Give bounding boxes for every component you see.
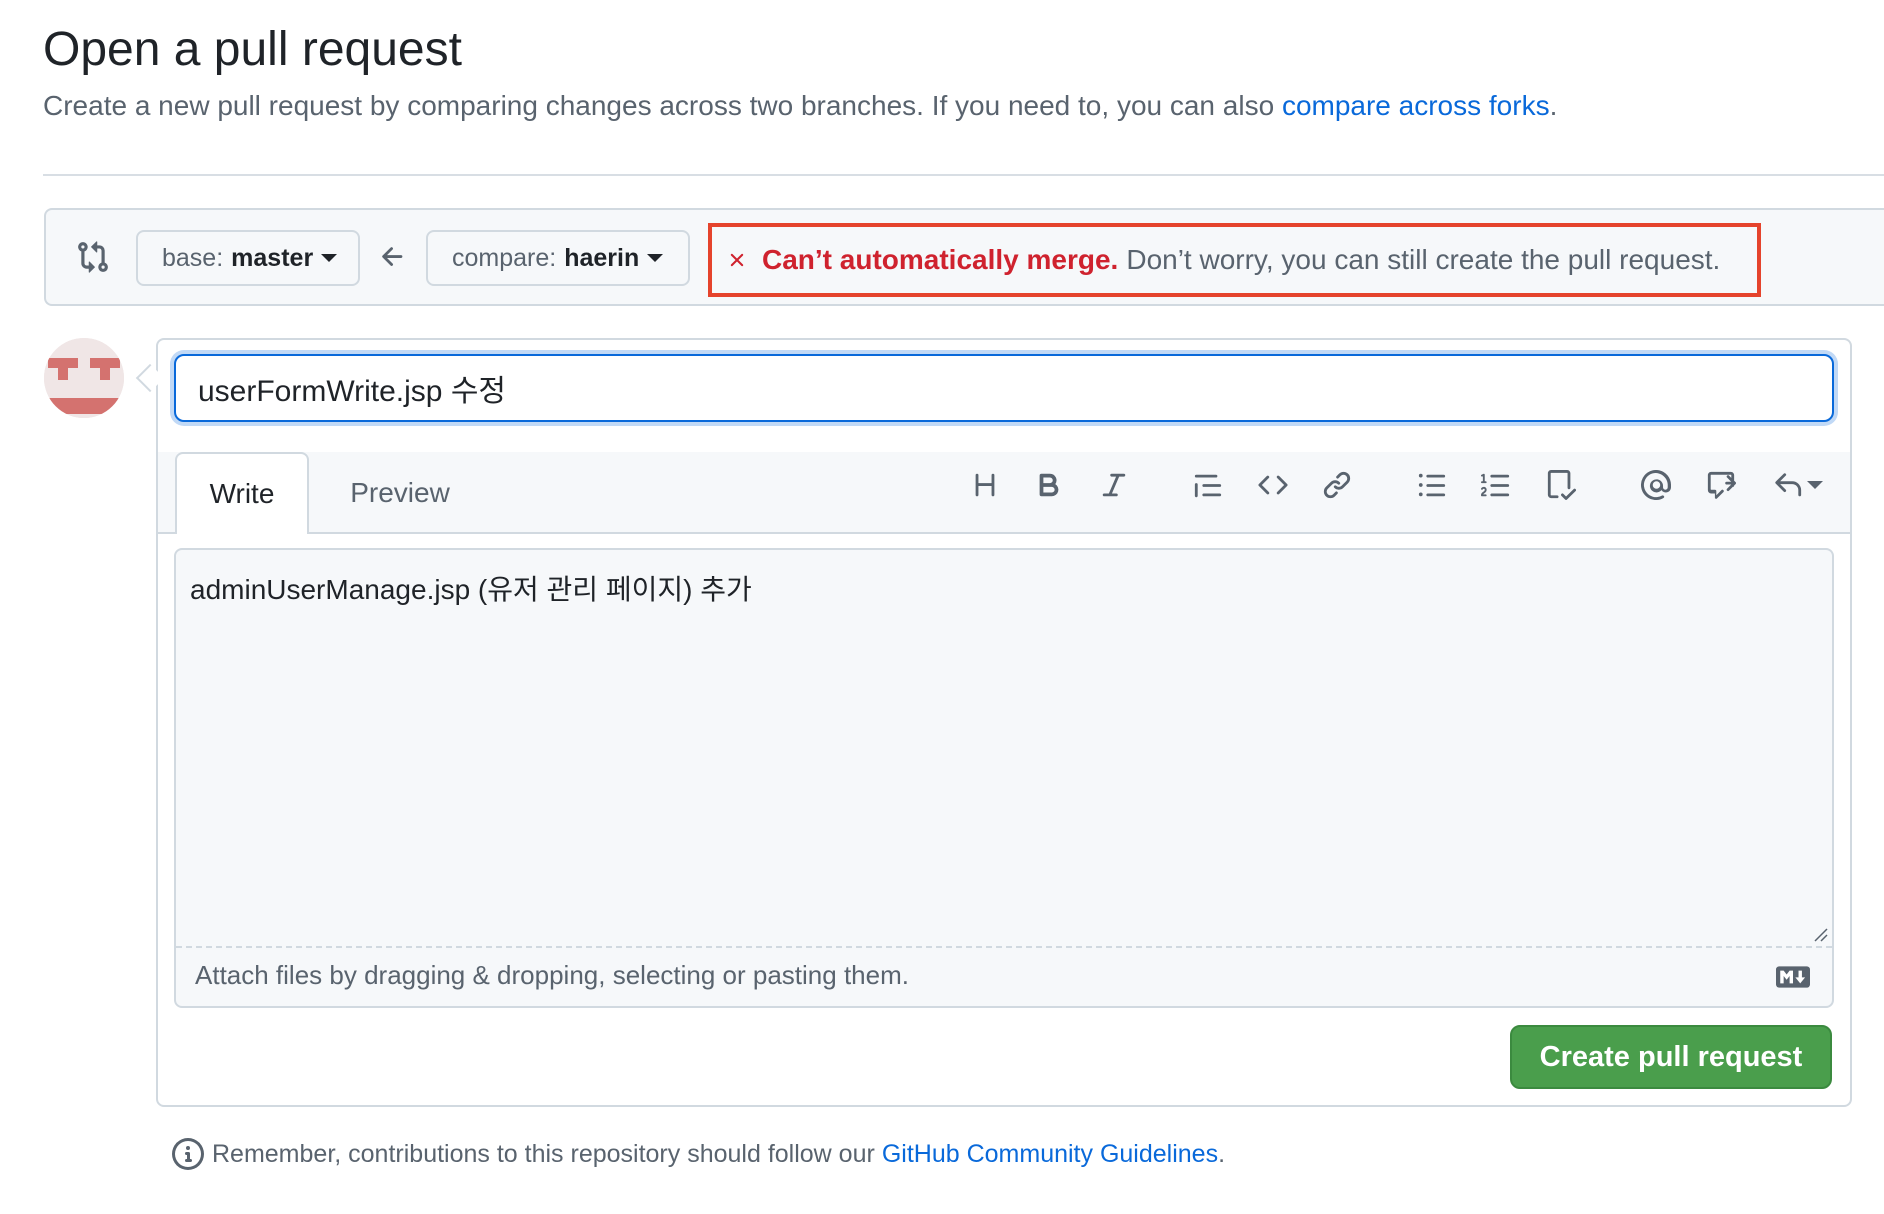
title-input[interactable] bbox=[174, 354, 1834, 422]
description-suffix: . bbox=[1549, 90, 1558, 121]
avatar[interactable] bbox=[44, 338, 124, 418]
compare-label: compare: bbox=[452, 243, 557, 272]
quote-icon[interactable] bbox=[1188, 465, 1228, 505]
base-label: base: bbox=[162, 243, 224, 272]
caret-down-icon bbox=[1807, 481, 1823, 489]
compare-value: haerin bbox=[564, 243, 640, 272]
cross-reference-icon[interactable] bbox=[1701, 465, 1741, 505]
heading-icon[interactable] bbox=[965, 465, 1005, 505]
body-text[interactable]: adminUserManage.jsp (유저 관리 페이지) 추가 bbox=[190, 568, 752, 608]
create-pull-request-button[interactable]: Create pull request bbox=[1510, 1025, 1832, 1089]
merge-status: Can’t automatically merge. Don’t worry, … bbox=[708, 223, 1761, 297]
bold-icon[interactable] bbox=[1029, 465, 1069, 505]
attach-files-label[interactable]: Attach files by dragging & dropping, sel… bbox=[195, 960, 909, 991]
markdown-icon[interactable] bbox=[1776, 966, 1810, 988]
guidelines-text: Remember, contributions to this reposito… bbox=[212, 1139, 875, 1168]
avatar-image bbox=[44, 338, 124, 418]
base-value: master bbox=[231, 243, 314, 272]
compare-across-forks-link[interactable]: compare across forks bbox=[1282, 90, 1550, 121]
arrow-left-icon bbox=[382, 247, 403, 266]
saved-replies-icon[interactable] bbox=[1768, 465, 1828, 505]
description-text: Create a new pull request by comparing c… bbox=[43, 90, 1282, 121]
caret-down-icon bbox=[647, 254, 664, 262]
tab-write[interactable]: Write bbox=[175, 452, 309, 534]
page-title: Open a pull request bbox=[43, 23, 462, 76]
merge-status-message: Don’t worry, you can still create the pu… bbox=[1126, 244, 1721, 275]
compare-icon bbox=[78, 241, 108, 273]
resize-handle-icon[interactable] bbox=[1812, 926, 1828, 942]
guidelines-note: Remember, contributions to this reposito… bbox=[172, 1138, 1225, 1170]
body-textarea[interactable] bbox=[174, 548, 1834, 1008]
italic-icon[interactable] bbox=[1094, 465, 1134, 505]
page-description: Create a new pull request by comparing c… bbox=[43, 88, 1557, 124]
ordered-list-icon[interactable] bbox=[1476, 465, 1516, 505]
merge-status-title: Can’t automatically merge. bbox=[762, 244, 1119, 275]
caret-down-icon bbox=[321, 254, 338, 262]
base-branch-select[interactable]: base: master bbox=[136, 230, 360, 286]
unordered-list-icon[interactable] bbox=[1412, 465, 1452, 505]
community-guidelines-link[interactable]: GitHub Community Guidelines bbox=[882, 1140, 1218, 1169]
code-icon[interactable] bbox=[1253, 465, 1293, 505]
link-icon[interactable] bbox=[1317, 465, 1357, 505]
header-divider bbox=[43, 174, 1884, 176]
compare-branch-select[interactable]: compare: haerin bbox=[426, 230, 690, 286]
tab-preview[interactable]: Preview bbox=[330, 452, 470, 534]
info-icon bbox=[172, 1138, 204, 1170]
guidelines-suffix: . bbox=[1218, 1139, 1226, 1168]
x-icon bbox=[730, 253, 744, 267]
task-list-icon[interactable] bbox=[1541, 465, 1581, 505]
mention-icon[interactable] bbox=[1636, 465, 1676, 505]
